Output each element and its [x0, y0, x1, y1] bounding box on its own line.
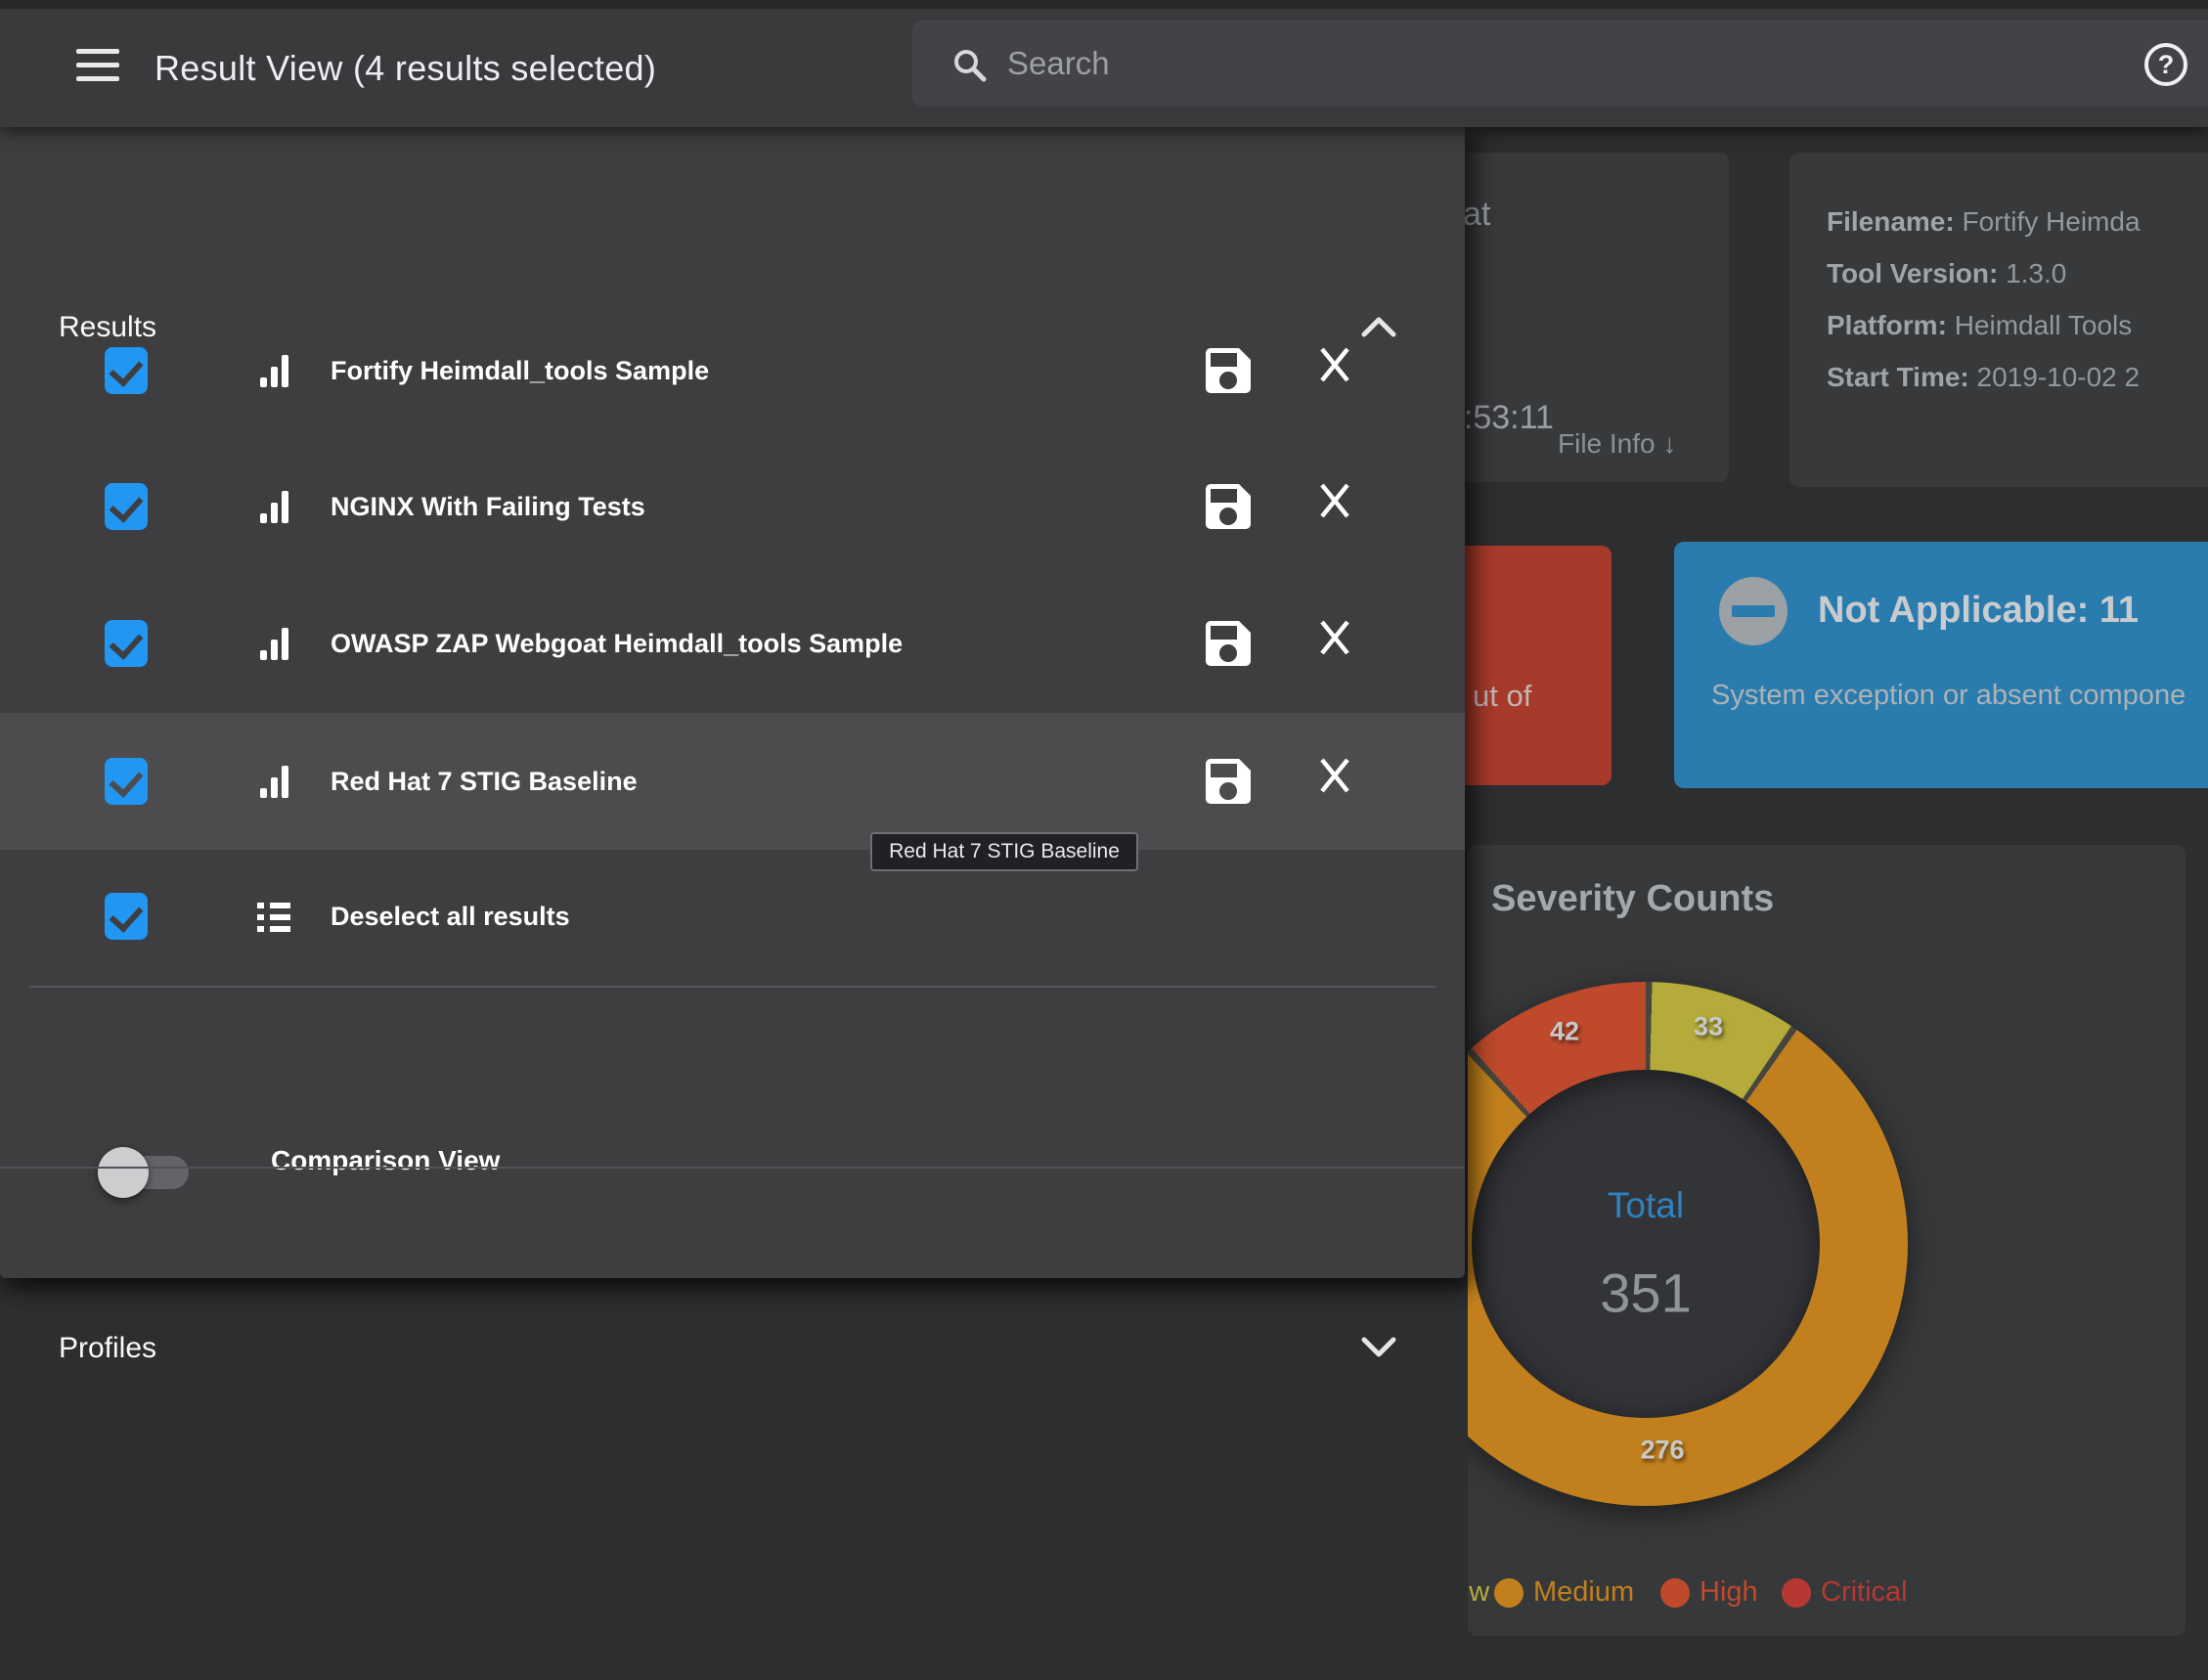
file-info-value: Heimdall Tools — [1955, 310, 2133, 340]
svg-text:?: ? — [2158, 50, 2175, 79]
save-icon[interactable] — [1206, 621, 1251, 666]
bar-chart-icon — [260, 491, 289, 523]
file-info-row: Start Time: 2019-10-02 2 — [1827, 351, 2141, 403]
slice-label-low: 33 — [1694, 1012, 1723, 1042]
result-checkbox[interactable] — [105, 620, 148, 667]
severity-counts-title: Severity Counts — [1491, 878, 1774, 920]
result-card-title-fragment: at — [1463, 196, 1490, 234]
close-icon[interactable] — [1317, 756, 1352, 795]
deselect-all-label: Deselect all results — [331, 848, 570, 985]
status-card-not-applicable: Not Applicable: 11 System exception or a… — [1674, 542, 2208, 788]
file-info-value: Fortify Heimda — [1962, 206, 2140, 237]
not-applicable-title: Not Applicable: 11 — [1818, 590, 2139, 632]
result-checkbox[interactable] — [105, 758, 148, 805]
file-info-row: Filename: Fortify Heimda — [1827, 196, 2141, 247]
page-title: Result View (4 results selected) — [155, 9, 656, 127]
result-row[interactable]: Fortify Heimdall_tools Sample — [0, 302, 1465, 439]
bar-chart-icon — [260, 355, 289, 387]
file-info-row: Platform: Heimdall Tools — [1827, 299, 2141, 351]
toggle-knob[interactable] — [98, 1147, 149, 1198]
slice-label-medium: 276 — [1640, 1436, 1684, 1466]
result-label: OWASP ZAP Webgoat Heimdall_tools Sample — [331, 575, 903, 712]
file-info-link[interactable]: File Info ↓ — [1558, 428, 1676, 460]
result-row[interactable]: OWASP ZAP Webgoat Heimdall_tools Sample — [0, 575, 1465, 712]
slice-label-high: 42 — [1550, 1017, 1579, 1047]
legend-label: Critical — [1821, 1576, 1908, 1609]
severity-counts-panel: Severity Counts 42 33 276 Total 351 Low … — [1468, 845, 2186, 1636]
file-info-label: Start Time: — [1827, 362, 1969, 392]
legend-label: Low — [1468, 1576, 1489, 1609]
close-icon[interactable] — [1317, 481, 1352, 520]
chevron-down-icon[interactable] — [1361, 1337, 1396, 1358]
file-info-value: 2019-10-02 2 — [1977, 362, 2141, 392]
file-info-value: 1.3.0 — [2006, 258, 2066, 288]
section-divider — [0, 1167, 1465, 1169]
legend-dot-high — [1660, 1578, 1690, 1608]
result-label: Red Hat 7 STIG Baseline — [331, 713, 638, 850]
app-window: at 0:53:11 File Info ↓ Filename: Fortify… — [0, 0, 2208, 1680]
comparison-view-label: Comparison View — [271, 1145, 500, 1176]
legend-dot-critical — [1782, 1578, 1811, 1608]
help-icon[interactable]: ? — [2142, 41, 2189, 88]
comparison-view-toggle[interactable] — [98, 1147, 191, 1198]
save-icon[interactable] — [1206, 348, 1251, 393]
legend-item-critical[interactable]: Critical — [1782, 1576, 1908, 1609]
legend-dot-medium — [1494, 1578, 1524, 1608]
search-icon — [951, 47, 987, 82]
legend-label: Medium — [1533, 1576, 1634, 1609]
severity-legend: Low Medium High Critical — [1468, 1567, 2186, 1617]
save-icon[interactable] — [1206, 484, 1251, 529]
deselect-all-row[interactable]: Deselect all results — [0, 848, 1465, 985]
search-placeholder: Search — [1007, 9, 1110, 118]
file-info-row: Tool Version: 1.3.0 — [1827, 247, 2141, 299]
donut-hole — [1472, 1070, 1820, 1418]
profiles-section-header: Profiles — [59, 1332, 156, 1365]
file-info-label: Filename: — [1827, 206, 1955, 237]
close-icon[interactable] — [1317, 618, 1352, 657]
deselect-all-checkbox[interactable] — [105, 893, 148, 940]
window-top-strip — [0, 0, 2208, 9]
divider — [29, 986, 1435, 988]
file-info-label: Tool Version: — [1827, 258, 1998, 288]
bar-chart-icon — [260, 628, 289, 660]
not-applicable-subtitle: System exception or absent compone — [1711, 680, 2186, 712]
result-label: NGINX With Failing Tests — [331, 438, 645, 575]
menu-icon[interactable] — [76, 49, 119, 81]
red-card-text-fragment: ut of — [1473, 679, 1531, 714]
list-icon — [257, 903, 290, 932]
minus-circle-icon — [1719, 577, 1788, 645]
legend-item-medium[interactable]: Medium — [1494, 1576, 1634, 1609]
legend-label: High — [1700, 1576, 1758, 1609]
bar-chart-icon — [260, 766, 289, 798]
result-label: Fortify Heimdall_tools Sample — [331, 302, 709, 439]
result-checkbox[interactable] — [105, 347, 148, 394]
donut-total-label: Total — [1608, 1185, 1684, 1226]
legend-item-low[interactable]: Low — [1468, 1576, 1489, 1609]
donut-total-value: 351 — [1600, 1261, 1691, 1325]
save-icon[interactable] — [1206, 759, 1251, 804]
result-row-highlighted[interactable]: Red Hat 7 STIG Baseline — [0, 713, 1465, 850]
result-checkbox[interactable] — [105, 483, 148, 530]
top-app-bar: Result View (4 results selected) Search … — [0, 0, 2208, 127]
results-drawer: Results Fortify Heimdall_tools Sample NG… — [0, 125, 1465, 1278]
result-row[interactable]: NGINX With Failing Tests — [0, 438, 1465, 575]
file-info-card: Filename: Fortify Heimda Tool Version: 1… — [1789, 153, 2208, 487]
legend-item-high[interactable]: High — [1660, 1576, 1758, 1609]
close-icon[interactable] — [1317, 345, 1352, 384]
tooltip: Red Hat 7 STIG Baseline — [870, 832, 1138, 871]
file-info-label: Platform: — [1827, 310, 1947, 340]
